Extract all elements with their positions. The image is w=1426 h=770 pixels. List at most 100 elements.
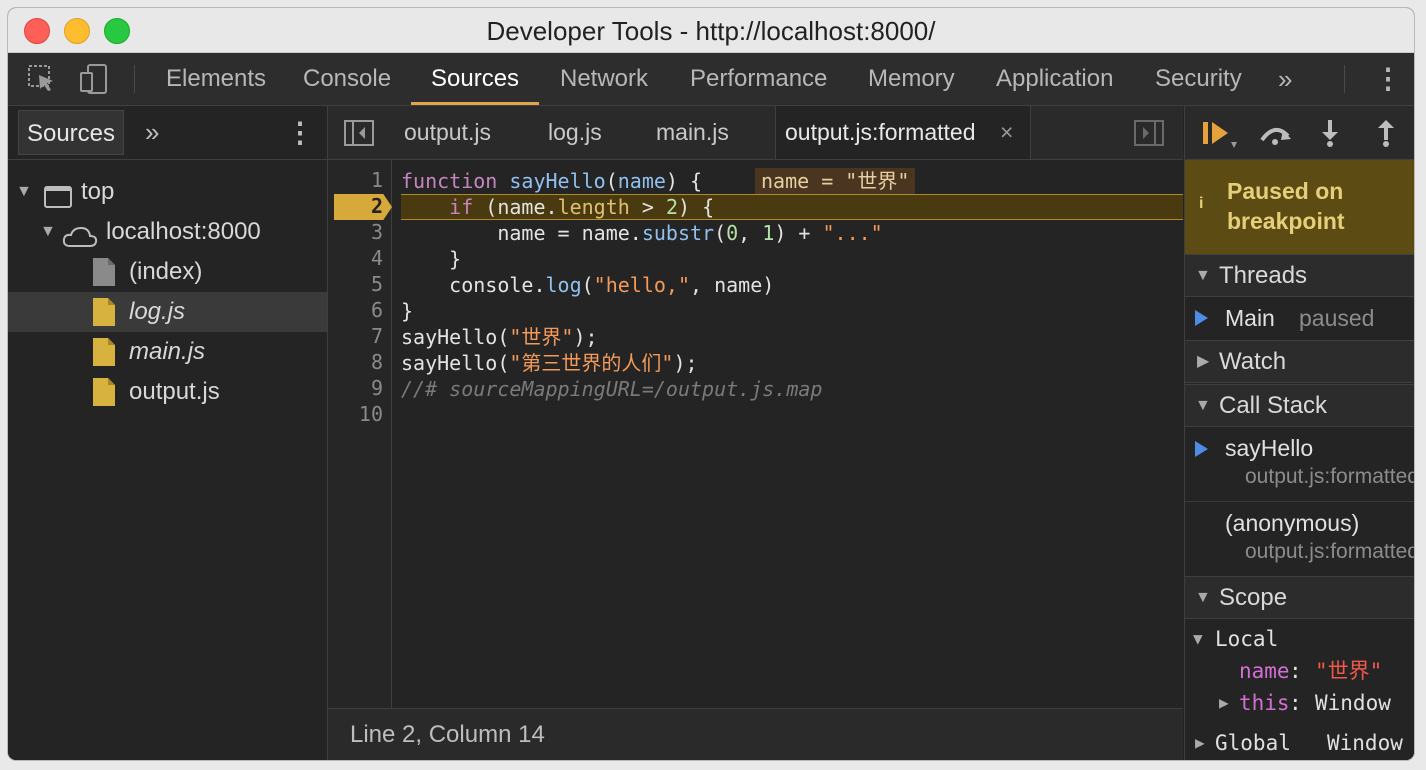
device-toolbar-icon[interactable] <box>78 63 110 95</box>
current-frame-arrow-icon <box>1195 441 1208 457</box>
editor-tab-log-js[interactable]: log.js <box>548 106 602 159</box>
tree-item-label: (index) <box>129 258 203 285</box>
threads-section-header[interactable]: ▼ Threads <box>1185 254 1414 297</box>
scope-local-label: Local <box>1215 627 1279 651</box>
paused-on-breakpoint-banner: i Paused on breakpoint <box>1185 160 1414 254</box>
call-frame-sayhello[interactable]: sayHello output.js:formatted:2 <box>1185 427 1414 502</box>
code-line-2: if (name.length > 2) { <box>449 195 715 219</box>
editor-tab-output-js[interactable]: output.js <box>404 106 491 159</box>
toggle-navigator-icon[interactable] <box>344 120 374 151</box>
section-title: Watch <box>1219 348 1287 375</box>
tree-item-log-js[interactable]: log.js <box>8 292 327 332</box>
current-thread-arrow-icon <box>1195 310 1208 326</box>
line-number-current[interactable]: 2 <box>333 194 383 218</box>
line-number[interactable]: 8 <box>333 350 383 374</box>
code-line-7: sayHello("世界"); <box>401 325 598 349</box>
tree-item-main-js[interactable]: main.js <box>8 332 327 372</box>
line-number[interactable]: 9 <box>333 376 383 400</box>
editor-tab-label: output.js:formatted <box>785 119 976 145</box>
editor-tab-output-formatted[interactable]: output.js:formatted × <box>775 106 1031 159</box>
navigator-tab-sources[interactable]: Sources <box>18 110 124 155</box>
line-number[interactable]: 6 <box>333 298 383 322</box>
paused-message-line2: breakpoint <box>1227 208 1345 234</box>
scope-section-header[interactable]: ▼ Scope <box>1185 576 1414 619</box>
tab-console[interactable]: Console <box>303 53 391 105</box>
step-into-icon[interactable] <box>1319 118 1341 153</box>
thread-name: Main <box>1225 305 1275 331</box>
line-number[interactable]: 3 <box>333 220 383 244</box>
resume-icon[interactable] <box>1201 118 1237 155</box>
code-line-5: console.log("hello,", name) <box>401 273 775 297</box>
inspect-element-icon[interactable] <box>26 63 58 95</box>
scope-global-value: Window <box>1327 731 1403 755</box>
tab-network[interactable]: Network <box>560 53 648 105</box>
expand-triangle-icon[interactable]: ▶ <box>1219 688 1229 718</box>
tree-item-domain[interactable]: ▼ localhost:8000 <box>8 212 327 252</box>
tab-memory[interactable]: Memory <box>868 53 955 105</box>
scope-variable-name[interactable]: name : "世界" <box>1185 656 1414 686</box>
variable-key: name <box>1239 659 1290 683</box>
collapse-triangle-icon[interactable]: ▼ <box>1195 255 1211 296</box>
close-tab-icon[interactable]: × <box>1000 106 1013 159</box>
expand-triangle-icon[interactable]: ▼ <box>40 212 56 252</box>
toggle-debugger-icon[interactable] <box>1134 120 1164 151</box>
section-title: Call Stack <box>1219 392 1328 419</box>
code-area[interactable]: function sayHello(name) { name = "世界" if… <box>401 160 1183 708</box>
tab-sources[interactable]: Sources <box>410 53 540 105</box>
code-line-3: name = name.substr(0, 1) + "..." <box>401 221 883 245</box>
scope-variable-this[interactable]: ▶ this : Window <box>1185 688 1414 718</box>
code-line-6: } <box>401 299 414 323</box>
customize-menu-icon[interactable]: ⋮ <box>1374 53 1402 105</box>
code-line-4: } <box>401 247 462 271</box>
line-number[interactable]: 4 <box>333 246 383 270</box>
thread-main[interactable]: Main paused <box>1185 296 1414 340</box>
info-icon: i <box>1199 195 1204 212</box>
editor-tab-bar: output.js log.js main.js output.js:forma… <box>328 106 1183 160</box>
more-tabs-icon[interactable]: » <box>1278 53 1292 105</box>
source-editor: output.js log.js main.js output.js:forma… <box>328 106 1183 760</box>
line-number-gutter[interactable]: 1 2 3 4 5 6 7 8 9 10 <box>328 160 392 708</box>
tab-application[interactable]: Application <box>996 53 1113 105</box>
main-toolbar: Elements Console Sources Network Perform… <box>8 53 1414 106</box>
navigator-menu-icon[interactable]: ⋮ <box>286 110 314 155</box>
line-number[interactable]: 5 <box>333 272 383 296</box>
tab-performance[interactable]: Performance <box>690 53 827 105</box>
editor-tab-main-js[interactable]: main.js <box>656 106 729 159</box>
call-frame-location[interactable]: output.js:formatted:2 <box>1245 465 1414 489</box>
call-stack-section-header[interactable]: ▼ Call Stack <box>1185 384 1414 427</box>
scope-global[interactable]: ▶ Global Window <box>1185 728 1414 758</box>
debugger-toolbar <box>1185 106 1414 160</box>
call-frame-anonymous[interactable]: (anonymous) output.js:formatted:7 <box>1185 502 1414 576</box>
tab-elements[interactable]: Elements <box>166 53 266 105</box>
call-frame-location[interactable]: output.js:formatted:7 <box>1245 540 1414 564</box>
tab-security[interactable]: Security <box>1155 53 1242 105</box>
more-navigator-tabs-icon[interactable]: » <box>145 110 159 155</box>
line-number[interactable]: 1 <box>333 168 383 192</box>
line-number[interactable]: 10 <box>333 402 383 426</box>
expand-triangle-icon[interactable]: ▼ <box>16 172 32 212</box>
collapse-triangle-icon[interactable]: ▼ <box>1195 385 1211 426</box>
watch-section-header[interactable]: ▶ Watch <box>1185 340 1414 383</box>
step-over-icon[interactable] <box>1257 118 1293 153</box>
tree-item-index[interactable]: (index) <box>8 252 327 292</box>
expand-triangle-icon[interactable]: ▶ <box>1195 728 1205 758</box>
step-out-icon[interactable] <box>1375 118 1397 153</box>
code-line-9: //# sourceMappingURL=/output.js.map <box>401 377 823 401</box>
scope-local[interactable]: ▼ Local <box>1185 624 1414 654</box>
toolbar-divider <box>1344 65 1345 93</box>
tree-item-output-js[interactable]: output.js <box>8 372 327 412</box>
code-line-1: function sayHello(name) { <box>401 169 703 193</box>
tree-item-label: localhost:8000 <box>106 218 261 245</box>
navigator-panel: Sources » ⋮ ▼ top ▼ localhost:8000 (inde… <box>8 106 328 760</box>
variable-value: Window <box>1315 691 1391 715</box>
inline-variable-value: name = "世界" <box>755 168 916 194</box>
tree-item-top[interactable]: ▼ top <box>8 172 327 212</box>
expand-triangle-icon[interactable]: ▶ <box>1197 341 1209 382</box>
collapse-triangle-icon[interactable]: ▼ <box>1193 624 1203 654</box>
debugger-sidebar: i Paused on breakpoint ▼ Threads Main pa… <box>1184 106 1414 760</box>
thread-state: paused <box>1299 305 1375 331</box>
collapse-triangle-icon[interactable]: ▼ <box>1195 577 1211 618</box>
line-number[interactable]: 7 <box>333 324 383 348</box>
call-frame-name: sayHello <box>1225 435 1314 461</box>
navigator-header: Sources » ⋮ <box>8 106 327 160</box>
